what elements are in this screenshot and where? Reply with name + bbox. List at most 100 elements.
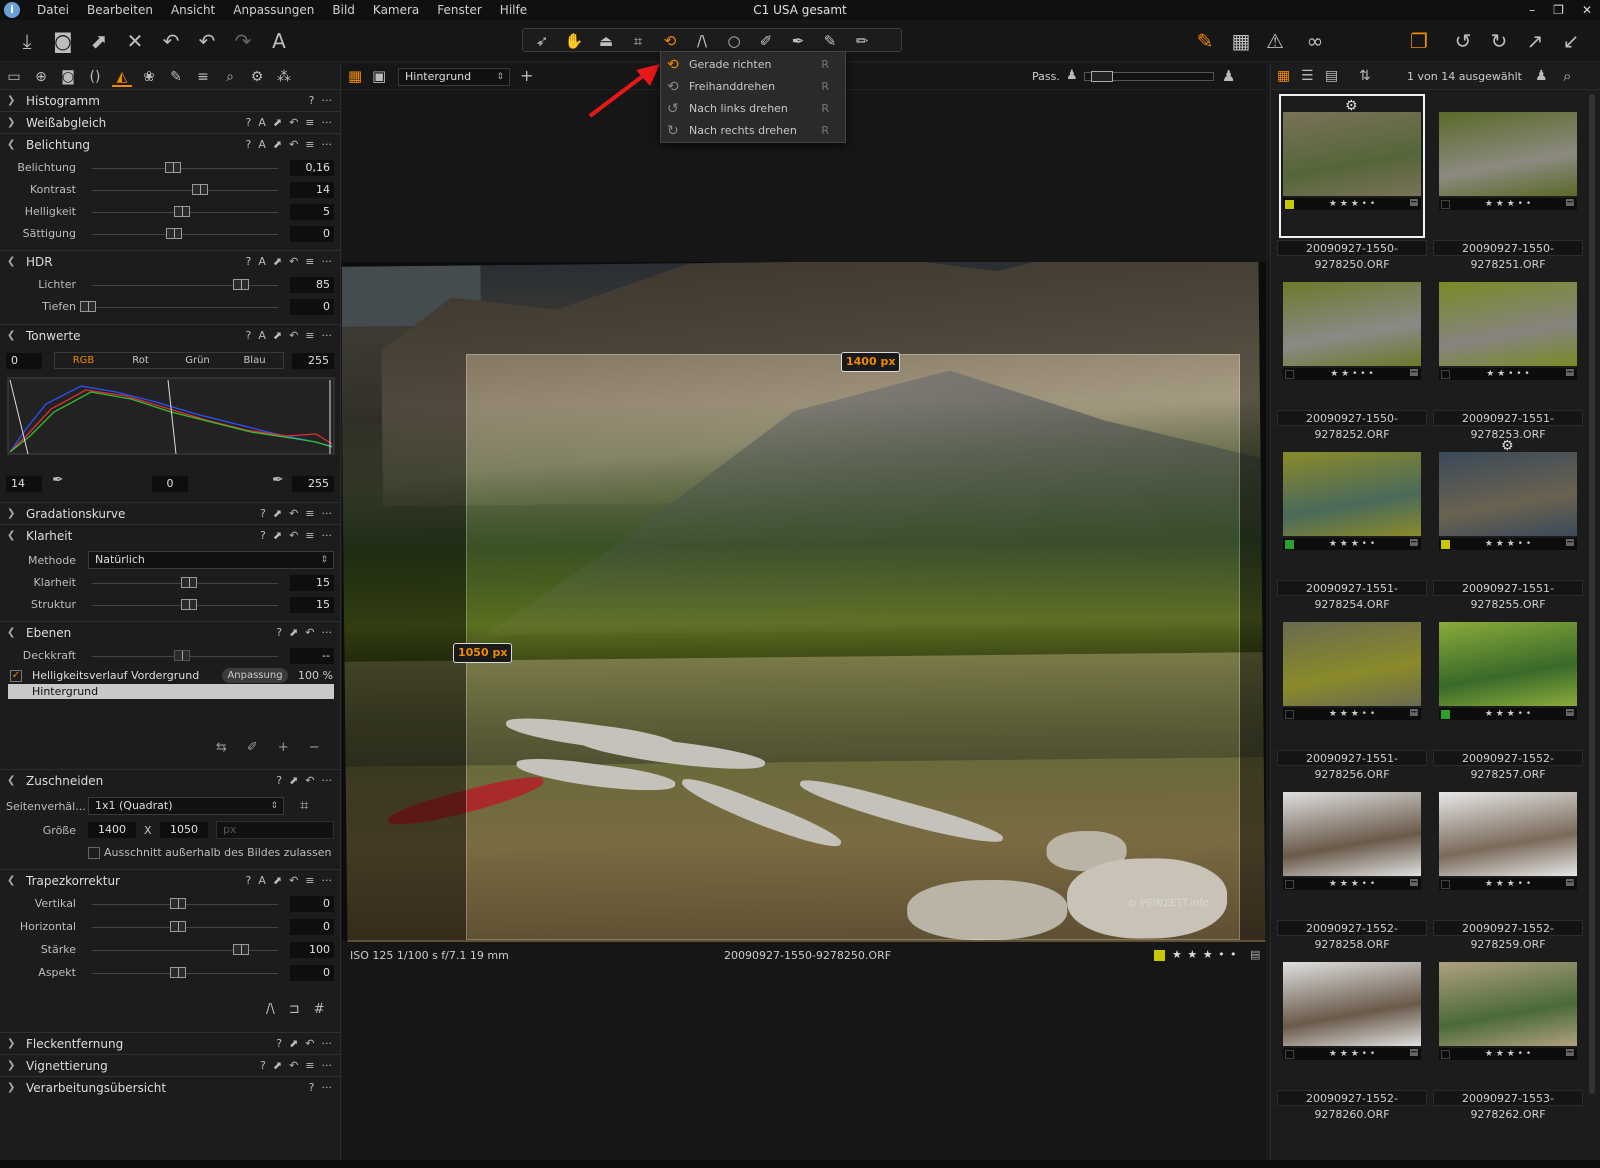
thumbnail[interactable]: ★ ★ ★ • • ▤ 20090927-1552-9278258.ORF: [1277, 772, 1427, 951]
hdr-slider-knob[interactable]: [233, 279, 249, 290]
channel-blue[interactable]: Blau: [226, 353, 283, 368]
belichtung-value[interactable]: 0,16: [290, 160, 334, 176]
color-tag[interactable]: [1285, 540, 1294, 549]
reset-icon[interactable]: ↶: [289, 251, 298, 273]
brush-tool-icon[interactable]: ✐: [753, 30, 779, 52]
section-fleckentfernung[interactable]: ❯ Fleckentfernung ? ⬈ ↶ ···: [0, 1032, 340, 1054]
grid-view-icon[interactable]: ▦: [1277, 68, 1290, 84]
rotate-left-icon[interactable]: ↺: [1450, 28, 1476, 54]
menu-bearbeiten[interactable]: Bearbeiten: [78, 0, 162, 20]
auto-icon[interactable]: A: [258, 134, 266, 156]
section-hdr[interactable]: ❮ HDR ? A ⬈ ↶ ≡ ···: [0, 250, 340, 272]
info-icon[interactable]: ▤: [1409, 1048, 1418, 1058]
undo-all-icon[interactable]: ↶: [158, 28, 184, 54]
info-icon[interactable]: ▤: [1565, 538, 1574, 548]
info-icon[interactable]: ▤: [1565, 878, 1574, 888]
klarheit-slider-knob[interactable]: [180, 599, 197, 610]
glasses-icon[interactable]: ∞: [1298, 28, 1332, 54]
help-icon[interactable]: ?: [309, 90, 315, 112]
pan-tool-icon[interactable]: ✋: [561, 30, 587, 52]
reset-icon[interactable]: ↶: [289, 503, 298, 525]
more-icon[interactable]: ···: [322, 1033, 333, 1055]
thumbnail[interactable]: ★ ★ • • • ▤ 20090927-1550-9278252.ORF: [1277, 262, 1427, 441]
color-tag[interactable]: [1285, 1050, 1294, 1059]
collapse-icon[interactable]: ↙: [1558, 28, 1584, 54]
crop-tool-icon[interactable]: ⌗: [625, 30, 651, 52]
delete-icon[interactable]: ✕: [122, 28, 148, 54]
reset-icon[interactable]: ↶: [289, 1055, 298, 1077]
thumbnail[interactable]: ★ ★ ★ • • ▤ 20090927-1553-9278262.ORF: [1433, 942, 1583, 1121]
edit-icon[interactable]: ✎: [1192, 28, 1218, 54]
more-icon[interactable]: ···: [322, 1055, 333, 1077]
more-icon[interactable]: ···: [322, 870, 333, 892]
reset-icon[interactable]: ↶: [289, 112, 298, 134]
thumbnail-image[interactable]: ⚙ ★ ★ ★ • • ▤: [1283, 98, 1421, 210]
levels-output-mid[interactable]: 0: [152, 476, 188, 492]
levels-histogram[interactable]: [6, 374, 336, 460]
thumbnail[interactable]: ★ ★ ★ • • ▤ 20090927-1551-9278256.ORF: [1277, 602, 1427, 781]
details-tab-icon[interactable]: ✎: [166, 67, 186, 87]
menu-item-freihanddrehen[interactable]: ⟲ Freihanddrehen R: [661, 76, 845, 98]
presets-icon[interactable]: ≡: [305, 525, 314, 547]
info-icon[interactable]: ▤: [1409, 708, 1418, 718]
menu-fenster[interactable]: Fenster: [428, 0, 491, 20]
crop-rectangle[interactable]: [466, 354, 1240, 940]
thumbnail-rating[interactable]: ★ ★ ★ • •: [1439, 198, 1577, 210]
hdr-slider-track[interactable]: [92, 307, 278, 308]
search-tab-icon[interactable]: ⌕: [220, 67, 240, 87]
presets-icon[interactable]: ≡: [305, 251, 314, 273]
info-icon[interactable]: ▤: [1565, 198, 1574, 208]
thumbnail-image[interactable]: ★ ★ ★ • • ▤: [1283, 438, 1421, 550]
belichtung-slider-track[interactable]: [92, 234, 278, 235]
info-icon[interactable]: ▤: [1409, 198, 1418, 208]
filmstrip-view-icon[interactable]: ▤: [1325, 68, 1338, 84]
trapez-slider-track[interactable]: [92, 950, 278, 951]
metadata-tab-icon[interactable]: ≡: [193, 67, 213, 87]
color-tag[interactable]: [1285, 200, 1294, 209]
belichtung-value[interactable]: 0: [290, 226, 334, 242]
eyedropper-icon[interactable]: ✒: [272, 472, 284, 488]
belichtung-value[interactable]: 5: [290, 204, 334, 220]
redo-icon[interactable]: ↷: [230, 28, 256, 54]
color-tag[interactable]: [1285, 710, 1294, 719]
more-icon[interactable]: ···: [322, 112, 333, 134]
color-tag[interactable]: [1285, 880, 1294, 889]
klarheit-value[interactable]: 15: [290, 597, 334, 613]
keystone-both-icon[interactable]: #: [314, 1002, 325, 1017]
more-icon[interactable]: ···: [322, 134, 333, 156]
add-layer-icon[interactable]: +: [278, 740, 289, 755]
thumbnail-image[interactable]: ★ ★ ★ • • ▤: [1439, 608, 1577, 720]
menu-item-nach-links-drehen[interactable]: ↺ Nach links drehen R: [661, 98, 845, 120]
thumbnail[interactable]: ★ ★ ★ • • ▤ 20090927-1550-9278251.ORF: [1433, 92, 1583, 271]
sort-icon[interactable]: ⇅: [1359, 68, 1371, 84]
library-tab-icon[interactable]: ▭: [4, 67, 24, 87]
more-icon[interactable]: ···: [322, 251, 333, 273]
thumbnail-rating[interactable]: ★ ★ ★ • •: [1283, 708, 1421, 720]
menu-hilfe[interactable]: Hilfe: [491, 0, 536, 20]
trapez-slider-knob[interactable]: [170, 967, 186, 978]
thumbnail-rating[interactable]: ★ ★ ★ • •: [1283, 1048, 1421, 1060]
color-tag[interactable]: [1441, 540, 1450, 549]
section-tonwerte[interactable]: ❮ Tonwerte ? A ⬈ ↶ ≡ ···: [0, 324, 340, 346]
section-gradationskurve[interactable]: ❯ Gradationskurve ? ⬈ ↶ ≡ ···: [0, 502, 340, 524]
thumbnail[interactable]: ★ ★ ★ • • ▤ 20090927-1552-9278260.ORF: [1277, 942, 1427, 1121]
color-tab-icon[interactable]: ❀: [139, 67, 159, 87]
list-view-icon[interactable]: ☰: [1301, 68, 1314, 84]
copy-icon[interactable]: ⬈: [289, 1033, 298, 1055]
export-icon[interactable]: ⬈: [86, 28, 112, 54]
person-icon[interactable]: ♟: [1535, 68, 1548, 84]
color-tag[interactable]: [1441, 370, 1450, 379]
help-icon[interactable]: ?: [245, 134, 251, 156]
trapez-slider-knob[interactable]: [170, 898, 186, 909]
section-vignettierung[interactable]: ❯ Vignettierung ? ⬈ ↶ ≡ ···: [0, 1054, 340, 1076]
reset-icon[interactable]: ↶: [305, 622, 314, 644]
thumbnail-image[interactable]: ★ ★ ★ • • ▤: [1283, 948, 1421, 1060]
section-weissabgleich[interactable]: ❯ Weißabgleich ? A ⬈ ↶ ≡ ···: [0, 111, 340, 133]
menu-anpassungen[interactable]: Anpassungen: [224, 0, 323, 20]
auto-icon[interactable]: A: [258, 251, 266, 273]
copy-icon[interactable]: ⬈: [273, 325, 282, 347]
presets-icon[interactable]: ≡: [305, 134, 314, 156]
brush-icon[interactable]: ✐: [247, 740, 258, 755]
reset-icon[interactable]: ↶: [289, 525, 298, 547]
camera-tab-icon[interactable]: ◙: [58, 67, 78, 87]
